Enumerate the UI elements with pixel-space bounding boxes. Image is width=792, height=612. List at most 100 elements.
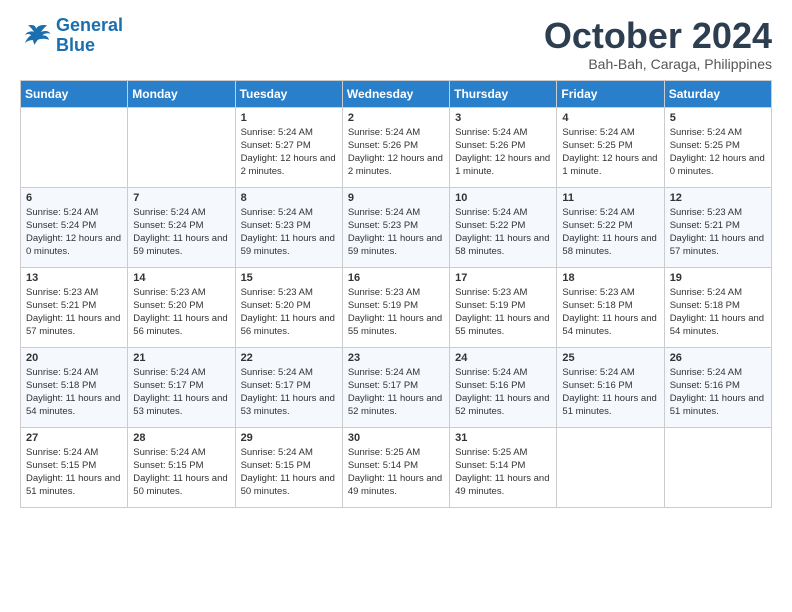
cell-info: Sunrise: 5:24 AM Sunset: 5:18 PM Dayligh… <box>26 366 122 419</box>
day-number: 11 <box>562 192 658 204</box>
calendar-cell <box>21 107 128 187</box>
calendar-cell: 17Sunrise: 5:23 AM Sunset: 5:19 PM Dayli… <box>450 267 557 347</box>
calendar-cell: 20 Sunrise: 5:24 AM Sunset: 5:18 PM Dayli… <box>21 347 128 427</box>
day-number: 5 <box>670 112 766 124</box>
col-header-monday: Monday <box>128 80 235 107</box>
title-block: October 2024 Bah-Bah, Caraga, Philippine… <box>544 16 772 72</box>
col-header-wednesday: Wednesday <box>342 80 449 107</box>
calendar-cell: 16 Sunrise: 5:23 AM Sunset: 5:19 PM Dayli… <box>342 267 449 347</box>
cell-info: Sunrise: 5:24 AM Sunset: 5:16 PM Dayligh… <box>562 366 658 419</box>
calendar-cell <box>664 427 771 507</box>
cell-info: Sunrise: 5:24 AM Sunset: 5:22 PM Dayligh… <box>562 206 658 259</box>
day-number: 16 <box>348 272 444 284</box>
cell-info: Sunrise: 5:23 AM Sunset: 5:19 PM Dayligh… <box>348 286 444 339</box>
cell-info: Sunrise: 5:24 AM Sunset: 5:15 PM Dayligh… <box>241 446 337 499</box>
month-title: October 2024 <box>544 16 772 56</box>
calendar-cell: 5 Sunrise: 5:24 AM Sunset: 5:25 PM Daylig… <box>664 107 771 187</box>
cell-info: Sunrise: 5:23 AM Sunset: 5:21 PM Dayligh… <box>26 286 122 339</box>
day-number: 4 <box>562 112 658 124</box>
day-number: 26 <box>670 352 766 364</box>
cell-info: Sunrise: 5:23 AM Sunset: 5:20 PM Dayligh… <box>241 286 337 339</box>
day-number: 27 <box>26 432 122 444</box>
logo-bird-icon <box>20 22 52 50</box>
day-number: 9 <box>348 192 444 204</box>
calendar-cell: 4Sunrise: 5:24 AM Sunset: 5:25 PM Daylig… <box>557 107 664 187</box>
day-number: 20 <box>26 352 122 364</box>
cell-info: Sunrise: 5:23 AM Sunset: 5:18 PM Dayligh… <box>562 286 658 339</box>
cell-info: Sunrise: 5:24 AM Sunset: 5:15 PM Dayligh… <box>26 446 122 499</box>
day-number: 8 <box>241 192 337 204</box>
calendar-cell <box>128 107 235 187</box>
cell-info: Sunrise: 5:25 AM Sunset: 5:14 PM Dayligh… <box>455 446 551 499</box>
day-number: 19 <box>670 272 766 284</box>
logo: GeneralBlue <box>20 16 123 56</box>
calendar-cell: 26 Sunrise: 5:24 AM Sunset: 5:16 PM Dayli… <box>664 347 771 427</box>
cell-info: Sunrise: 5:24 AM Sunset: 5:26 PM Dayligh… <box>455 126 551 179</box>
cell-info: Sunrise: 5:24 AM Sunset: 5:22 PM Dayligh… <box>455 206 551 259</box>
cell-info: Sunrise: 5:24 AM Sunset: 5:23 PM Dayligh… <box>348 206 444 259</box>
calendar-cell: 24 Sunrise: 5:24 AM Sunset: 5:16 PM Dayli… <box>450 347 557 427</box>
day-number: 31 <box>455 432 551 444</box>
day-number: 25 <box>562 352 658 364</box>
cell-info: Sunrise: 5:24 AM Sunset: 5:16 PM Dayligh… <box>670 366 766 419</box>
cell-info: Sunrise: 5:24 AM Sunset: 5:18 PM Dayligh… <box>670 286 766 339</box>
day-number: 15 <box>241 272 337 284</box>
calendar-week-2: 6 Sunrise: 5:24 AM Sunset: 5:24 PM Daylig… <box>21 187 772 267</box>
day-number: 6 <box>26 192 122 204</box>
day-number: 23 <box>348 352 444 364</box>
calendar-cell: 14 Sunrise: 5:23 AM Sunset: 5:20 PM Dayli… <box>128 267 235 347</box>
day-number: 2 <box>348 112 444 124</box>
calendar-cell: 8 Sunrise: 5:24 AM Sunset: 5:23 PM Daylig… <box>235 187 342 267</box>
calendar-cell: 21 Sunrise: 5:24 AM Sunset: 5:17 PM Dayli… <box>128 347 235 427</box>
day-number: 14 <box>133 272 229 284</box>
calendar-cell: 22Sunrise: 5:24 AM Sunset: 5:17 PM Dayli… <box>235 347 342 427</box>
day-number: 13 <box>26 272 122 284</box>
page-header: GeneralBlue October 2024 Bah-Bah, Caraga… <box>20 16 772 72</box>
col-header-saturday: Saturday <box>664 80 771 107</box>
calendar-week-5: 27 Sunrise: 5:24 AM Sunset: 5:15 PM Dayli… <box>21 427 772 507</box>
day-number: 28 <box>133 432 229 444</box>
cell-info: Sunrise: 5:24 AM Sunset: 5:17 PM Dayligh… <box>241 366 337 419</box>
calendar-header: SundayMondayTuesdayWednesdayThursdayFrid… <box>21 80 772 107</box>
cell-info: Sunrise: 5:23 AM Sunset: 5:20 PM Dayligh… <box>133 286 229 339</box>
day-number: 30 <box>348 432 444 444</box>
day-number: 10 <box>455 192 551 204</box>
day-number: 29 <box>241 432 337 444</box>
day-number: 18 <box>562 272 658 284</box>
calendar-week-3: 13 Sunrise: 5:23 AM Sunset: 5:21 PM Dayli… <box>21 267 772 347</box>
calendar-cell: 29 Sunrise: 5:24 AM Sunset: 5:15 PM Dayli… <box>235 427 342 507</box>
day-number: 21 <box>133 352 229 364</box>
cell-info: Sunrise: 5:24 AM Sunset: 5:17 PM Dayligh… <box>133 366 229 419</box>
calendar-cell: 1Sunrise: 5:24 AM Sunset: 5:27 PM Daylig… <box>235 107 342 187</box>
calendar-cell: 2 Sunrise: 5:24 AM Sunset: 5:26 PM Daylig… <box>342 107 449 187</box>
calendar-cell <box>557 427 664 507</box>
cell-info: Sunrise: 5:24 AM Sunset: 5:16 PM Dayligh… <box>455 366 551 419</box>
calendar-cell: 15 Sunrise: 5:23 AM Sunset: 5:20 PM Dayli… <box>235 267 342 347</box>
cell-info: Sunrise: 5:24 AM Sunset: 5:24 PM Dayligh… <box>133 206 229 259</box>
col-header-tuesday: Tuesday <box>235 80 342 107</box>
calendar-cell: 12 Sunrise: 5:23 AM Sunset: 5:21 PM Dayli… <box>664 187 771 267</box>
cell-info: Sunrise: 5:23 AM Sunset: 5:21 PM Dayligh… <box>670 206 766 259</box>
day-number: 1 <box>241 112 337 124</box>
cell-info: Sunrise: 5:24 AM Sunset: 5:26 PM Dayligh… <box>348 126 444 179</box>
calendar-cell: 19 Sunrise: 5:24 AM Sunset: 5:18 PM Dayli… <box>664 267 771 347</box>
col-header-thursday: Thursday <box>450 80 557 107</box>
calendar-cell: 27 Sunrise: 5:24 AM Sunset: 5:15 PM Dayli… <box>21 427 128 507</box>
calendar-cell: 30 Sunrise: 5:25 AM Sunset: 5:14 PM Dayli… <box>342 427 449 507</box>
col-header-sunday: Sunday <box>21 80 128 107</box>
day-number: 24 <box>455 352 551 364</box>
calendar-cell: 11 Sunrise: 5:24 AM Sunset: 5:22 PM Dayli… <box>557 187 664 267</box>
col-header-friday: Friday <box>557 80 664 107</box>
cell-info: Sunrise: 5:24 AM Sunset: 5:23 PM Dayligh… <box>241 206 337 259</box>
cell-info: Sunrise: 5:25 AM Sunset: 5:14 PM Dayligh… <box>348 446 444 499</box>
calendar-cell: 3 Sunrise: 5:24 AM Sunset: 5:26 PM Daylig… <box>450 107 557 187</box>
day-number: 3 <box>455 112 551 124</box>
calendar-cell: 25 Sunrise: 5:24 AM Sunset: 5:16 PM Dayli… <box>557 347 664 427</box>
calendar-cell: 31 Sunrise: 5:25 AM Sunset: 5:14 PM Dayli… <box>450 427 557 507</box>
day-number: 12 <box>670 192 766 204</box>
cell-info: Sunrise: 5:24 AM Sunset: 5:25 PM Dayligh… <box>670 126 766 179</box>
cell-info: Sunrise: 5:24 AM Sunset: 5:24 PM Dayligh… <box>26 206 122 259</box>
calendar-week-1: 1Sunrise: 5:24 AM Sunset: 5:27 PM Daylig… <box>21 107 772 187</box>
location: Bah-Bah, Caraga, Philippines <box>544 56 772 72</box>
cell-info: Sunrise: 5:24 AM Sunset: 5:17 PM Dayligh… <box>348 366 444 419</box>
